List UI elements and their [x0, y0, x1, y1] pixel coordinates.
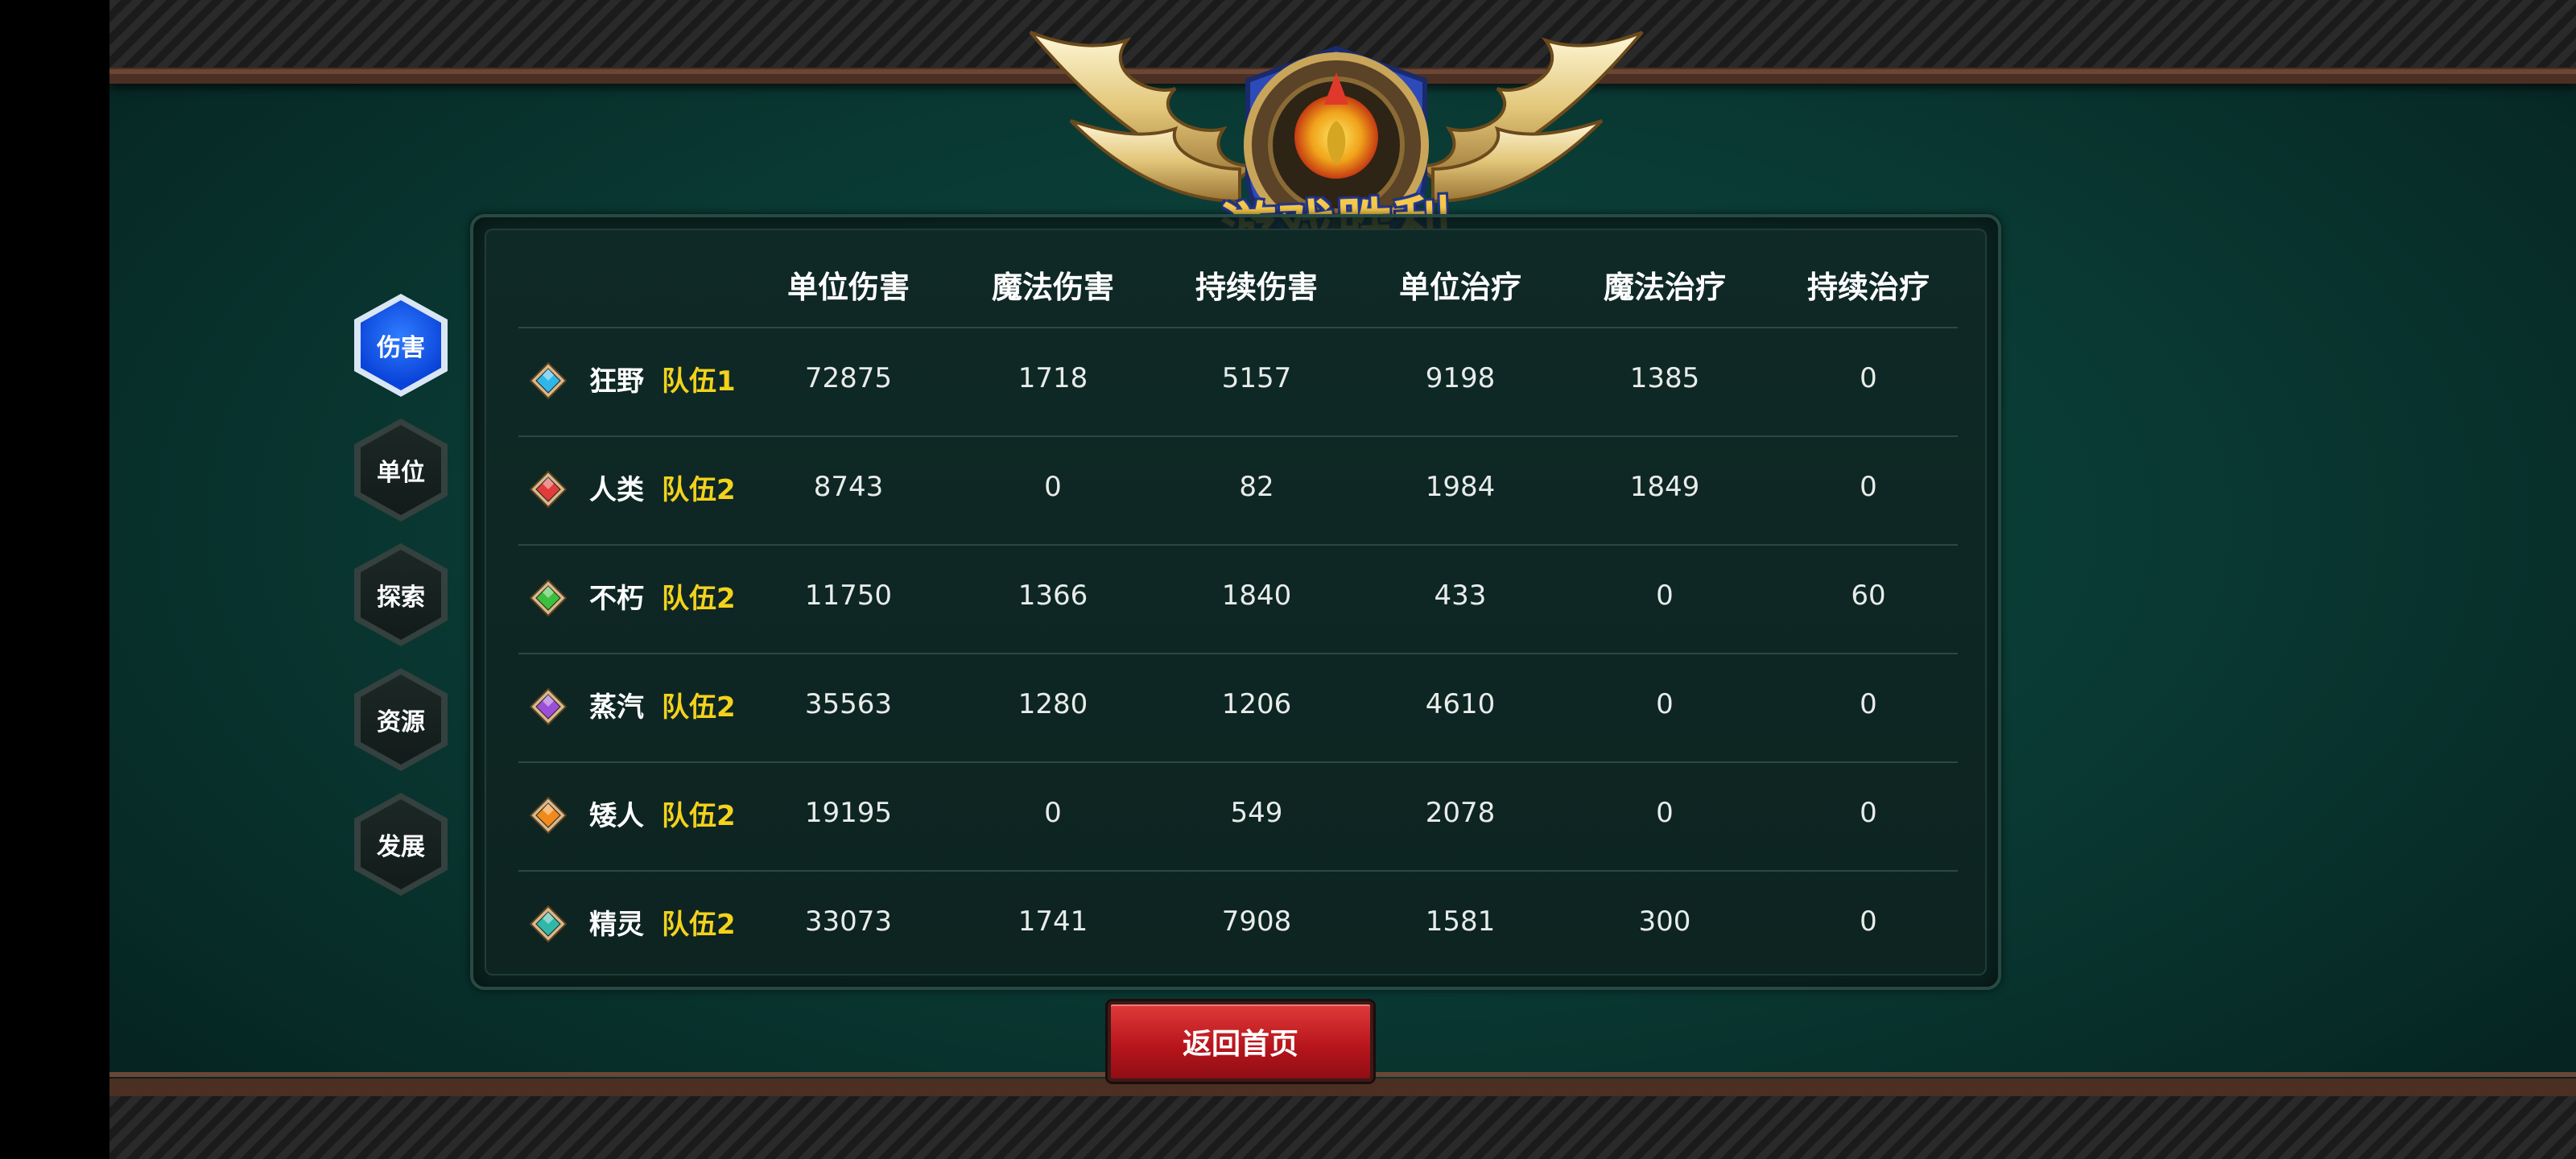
header-unit-heal: 单位治疗 — [1398, 270, 1521, 305]
table-cell: 11750 — [804, 580, 893, 612]
table-cell: 0 — [1044, 797, 1062, 829]
table-cell: 0 — [1860, 905, 1877, 938]
table-cell: 0 — [1860, 688, 1877, 720]
faction-gem-icon — [530, 471, 567, 508]
team-name: 队伍2 — [662, 909, 736, 941]
table-cell: 433 — [1434, 580, 1487, 612]
faction-gem-icon — [530, 688, 567, 725]
table-cell: 35563 — [804, 688, 893, 720]
table-cell: 1280 — [1018, 688, 1088, 720]
table-cell: 1741 — [1018, 905, 1088, 938]
table-cell: 19195 — [804, 797, 893, 829]
table-cell: 300 — [1638, 905, 1691, 938]
team-name: 队伍2 — [662, 691, 736, 724]
faction-gem-icon — [530, 362, 567, 399]
table-cell: 2078 — [1425, 797, 1496, 829]
table-cell: 82 — [1239, 471, 1274, 503]
table-cell: 0 — [1656, 688, 1674, 720]
table-cell: 7908 — [1221, 905, 1292, 938]
faction-gem-icon — [530, 580, 567, 617]
table-cell: 0 — [1044, 471, 1062, 503]
tab-units-label: 单位 — [377, 459, 425, 487]
race-name: 人类 — [589, 474, 644, 506]
tab-damage-label: 伤害 — [377, 334, 425, 362]
table-cell: 4610 — [1425, 688, 1496, 720]
stats-panel: 单位伤害 魔法伤害 持续伤害 单位治疗 魔法治疗 持续治疗 狂野 队伍1 72875… — [470, 214, 2001, 990]
table-cell: 0 — [1656, 580, 1674, 612]
header-dot-damage: 持续伤害 — [1195, 270, 1318, 305]
table-cell: 1984 — [1425, 471, 1496, 503]
header-unit-damage: 单位伤害 — [786, 270, 910, 305]
table-cell: 9198 — [1425, 362, 1496, 394]
table-cell: 0 — [1860, 471, 1877, 503]
race-name: 不朽 — [589, 583, 644, 615]
table-cell: 0 — [1656, 797, 1674, 829]
table-cell: 8743 — [813, 471, 884, 503]
table-row: 人类 队伍2 8743 0 82 1984 1849 0 — [518, 435, 1958, 546]
team-name: 队伍2 — [662, 474, 736, 506]
table-cell: 1840 — [1221, 580, 1292, 612]
team-name: 队伍1 — [662, 365, 736, 398]
table-cell: 72875 — [804, 362, 893, 394]
table-cell: 1366 — [1018, 580, 1088, 612]
table-row: 蒸汽 队伍2 35563 1280 1206 4610 0 0 — [518, 653, 1958, 763]
table-cell: 1385 — [1629, 362, 1700, 394]
table-cell: 1581 — [1425, 905, 1496, 938]
table-cell: 1849 — [1629, 471, 1700, 503]
bottom-frame-rail — [109, 1072, 2576, 1159]
race-name: 矮人 — [589, 800, 644, 832]
table-row: 不朽 队伍2 11750 1366 1840 433 0 60 — [518, 544, 1958, 654]
team-name: 队伍2 — [662, 800, 736, 832]
race-name: 蒸汽 — [589, 691, 644, 724]
header-hot-heal: 持续治疗 — [1806, 270, 1930, 305]
table-cell: 1718 — [1018, 362, 1088, 394]
tab-explore-label: 探索 — [377, 584, 425, 612]
table-cell: 549 — [1230, 797, 1283, 829]
table-cell: 60 — [1851, 580, 1886, 612]
table-row: 矮人 队伍2 19195 0 549 2078 0 0 — [518, 761, 1958, 872]
header-magic-damage: 魔法伤害 — [991, 270, 1114, 305]
table-cell: 0 — [1860, 362, 1877, 394]
stats-table: 单位伤害 魔法伤害 持续伤害 单位治疗 魔法治疗 持续治疗 狂野 队伍1 72875… — [485, 229, 1987, 975]
table-row: 狂野 队伍1 72875 1718 5157 9198 1385 0 — [518, 327, 1958, 437]
table-cell: 5157 — [1221, 362, 1292, 394]
race-name: 狂野 — [589, 365, 644, 398]
race-name: 精灵 — [589, 909, 644, 941]
tab-resources-label: 资源 — [377, 708, 425, 736]
table-header: 单位伤害 魔法伤害 持续伤害 单位治疗 魔法治疗 持续治疗 — [486, 262, 1985, 319]
header-magic-heal: 魔法治疗 — [1603, 270, 1726, 305]
table-cell: 0 — [1860, 797, 1877, 829]
return-home-button[interactable]: 返回首页 — [1108, 1001, 1373, 1082]
tab-development-label: 发展 — [377, 833, 425, 861]
table-cell: 33073 — [804, 905, 893, 938]
faction-gem-icon — [530, 797, 567, 834]
team-name: 队伍2 — [662, 583, 736, 615]
table-cell: 1206 — [1221, 688, 1292, 720]
faction-gem-icon — [530, 905, 567, 942]
table-row: 精灵 队伍2 33073 1741 7908 1581 300 0 — [518, 870, 1958, 980]
